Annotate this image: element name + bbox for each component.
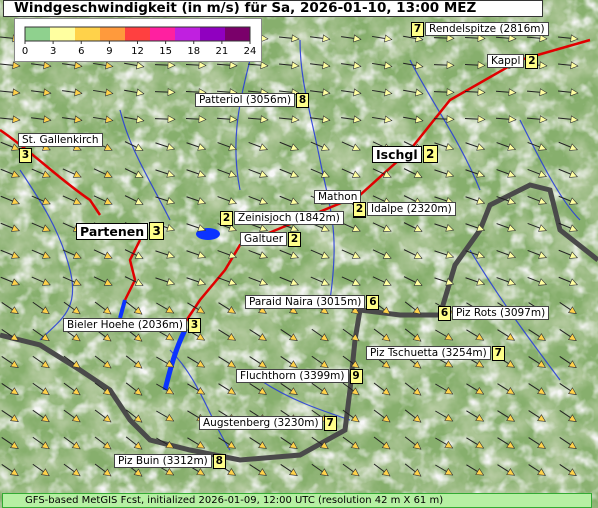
legend-color-1 xyxy=(50,27,76,41)
label-name-bieler-hoehe: Bieler Hoehe (2036m) xyxy=(63,318,187,332)
label-galtuer: Galtuer 2 xyxy=(240,231,302,247)
legend-tick-9: 9 xyxy=(106,46,112,57)
label-value-kappl: 2 xyxy=(525,53,539,69)
legend-color-0 xyxy=(25,27,51,41)
label-value-idalpe: 2 xyxy=(353,201,366,217)
legend-color-8 xyxy=(225,27,251,41)
label-value-piz-buin: 8 xyxy=(212,453,226,469)
label-name-augstenberg: Augstenberg (3230m) xyxy=(199,416,323,430)
label-zeinisjoch: 2 Zeinisjoch (1842m) xyxy=(219,210,344,226)
label-piz-buin: Piz Buin (3312m) 8 xyxy=(114,453,227,469)
legend-tick-6: 6 xyxy=(78,46,84,57)
label-name-st-gallenkirch: St. Gallenkirch xyxy=(18,133,103,147)
label-idalpe: 2 Idalpe (2320m) xyxy=(352,201,456,217)
label-name-zeinisjoch: Zeinisjoch (1842m) xyxy=(234,211,344,225)
footer-credit: GFS-based MetGIS Fcst, initialized 2026-… xyxy=(2,493,592,508)
label-st-gallenkirch: St. Gallenkirch 3 xyxy=(18,133,103,163)
label-name-kappl: Kappl xyxy=(487,54,525,68)
legend-tick-21: 21 xyxy=(216,46,229,57)
label-fluchthorn: Fluchthorn (3399m) 9 xyxy=(236,368,364,384)
legend-color-3 xyxy=(100,27,126,41)
label-name-galtuer: Galtuer xyxy=(240,232,288,246)
label-value-zeinisjoch: 2 xyxy=(220,210,233,226)
legend-color-2 xyxy=(75,27,101,41)
label-patteriol: Patteriol (3056m) 8 xyxy=(195,92,310,108)
legend-color-6 xyxy=(175,27,201,41)
legend-color-4 xyxy=(125,27,151,41)
label-value-st-gallenkirch: 3 xyxy=(19,148,32,163)
label-value-piz-rots: 6 xyxy=(438,305,451,321)
label-piz-rots: 6 Piz Rots (3097m) xyxy=(437,305,550,321)
label-value-bieler-hoehe: 3 xyxy=(188,317,201,333)
label-value-ischgl: 2 xyxy=(422,145,438,163)
label-kappl: Kappl 2 xyxy=(487,53,539,69)
terrain-map xyxy=(0,0,598,508)
label-value-paraid-naira: 6 xyxy=(366,294,380,310)
label-name-paraid-naira: Paraid Naira (3015m) xyxy=(245,295,366,309)
label-name-rendelspitze: Rendelspitze (2816m) xyxy=(425,22,549,36)
label-value-galtuer: 2 xyxy=(288,231,302,247)
legend-tick-3: 3 xyxy=(50,46,56,57)
label-paraid-naira: Paraid Naira (3015m) 6 xyxy=(245,294,380,310)
label-value-augstenberg: 7 xyxy=(323,415,337,431)
label-value-partenen: 3 xyxy=(149,222,165,240)
label-rendelspitze: 7 Rendelspitze (2816m) xyxy=(410,21,549,37)
label-value-patteriol: 8 xyxy=(296,92,310,108)
legend-tick-12: 12 xyxy=(131,46,144,57)
label-partenen: Partenen 3 xyxy=(76,222,165,240)
label-name-fluchthorn: Fluchthorn (3399m) xyxy=(236,369,349,383)
label-piz-tschuetta: Piz Tschuetta (3254m) 7 xyxy=(366,345,506,361)
label-augstenberg: Augstenberg (3230m) 7 xyxy=(199,415,338,431)
label-name-ischgl: Ischgl xyxy=(372,145,422,163)
legend-tick-18: 18 xyxy=(187,46,200,57)
label-value-rendelspitze: 7 xyxy=(411,21,424,37)
legend-tick-15: 15 xyxy=(159,46,172,57)
label-value-piz-tschuetta: 7 xyxy=(491,345,505,361)
wind-speed-legend: 0 3 6 9 12 15 18 21 24 xyxy=(14,18,262,62)
legend-tick-0: 0 xyxy=(22,46,28,57)
label-name-piz-tschuetta: Piz Tschuetta (3254m) xyxy=(366,346,491,360)
label-value-fluchthorn: 9 xyxy=(349,368,363,384)
label-name-piz-buin: Piz Buin (3312m) xyxy=(114,454,212,468)
legend-color-7 xyxy=(200,27,226,41)
label-bieler-hoehe: Bieler Hoehe (2036m) 3 xyxy=(63,317,202,333)
label-ischgl: Ischgl 2 xyxy=(372,145,439,163)
label-name-idalpe: Idalpe (2320m) xyxy=(367,202,456,216)
label-name-piz-rots: Piz Rots (3097m) xyxy=(452,306,550,320)
label-name-patteriol: Patteriol (3056m) xyxy=(195,93,296,107)
legend-tick-24: 24 xyxy=(244,46,257,57)
map-title: Windgeschwindigkeit (in m/s) für Sa, 202… xyxy=(3,0,543,17)
legend-color-scale xyxy=(24,26,251,42)
label-name-partenen: Partenen xyxy=(76,222,149,240)
legend-color-5 xyxy=(150,27,176,41)
legend-tick-labels: 0 3 6 9 12 15 18 21 24 xyxy=(22,41,257,57)
